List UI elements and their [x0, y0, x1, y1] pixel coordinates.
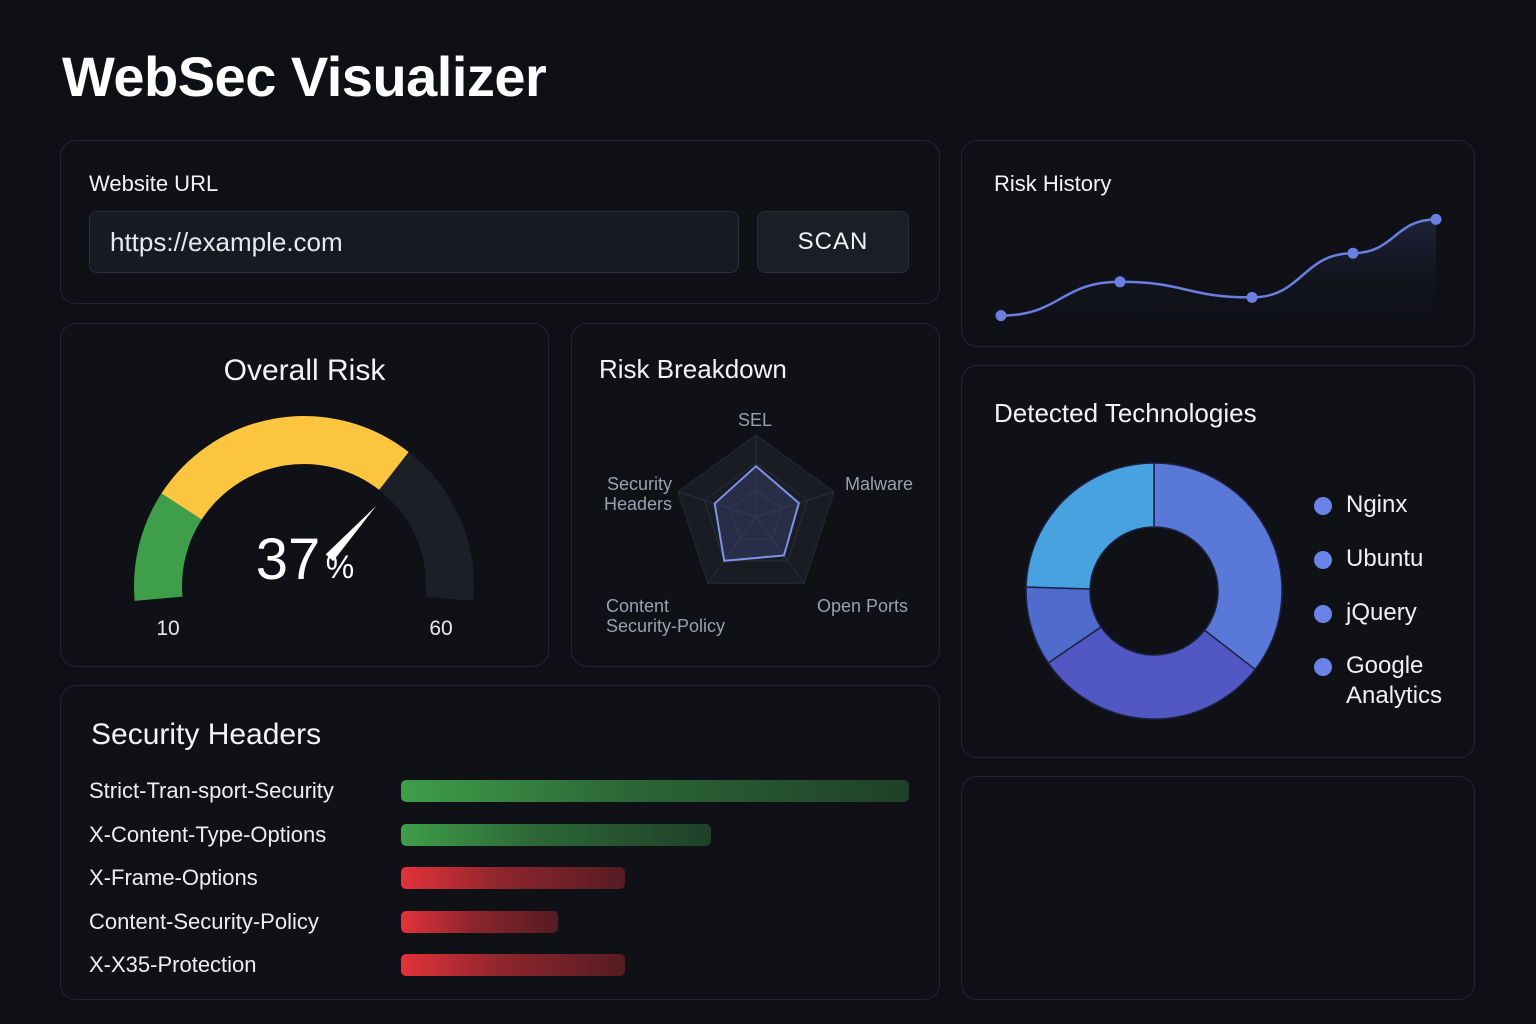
risk-history-chart — [995, 213, 1442, 326]
security-headers-panel: Security Headers Strict-Tran-sport-Secur… — [60, 685, 940, 1000]
radar-axis-label: Malware — [845, 474, 913, 494]
security-header-score-bar — [401, 867, 625, 889]
legend-dot — [1314, 658, 1332, 676]
security-header-label: Strict-Tran-sport-Security — [89, 778, 334, 803]
security-header-score-bar — [401, 780, 909, 802]
security-header-score-bar — [401, 910, 559, 933]
donut-slice-nginx — [1153, 462, 1283, 671]
legend-label: Ubuntu — [1346, 545, 1424, 572]
radar-axis-label: Security-Policy — [606, 616, 725, 636]
detected-technologies-panel: Detected Technologies Nginx Ubuntu jQuery G… — [961, 365, 1475, 758]
history-point — [1347, 247, 1359, 259]
legend-dot — [1314, 551, 1332, 569]
security-header-row: X-Content-Type-Options — [89, 820, 913, 850]
security-header-score-bar — [401, 823, 711, 846]
risk-value: 37 — [256, 527, 321, 592]
legend-label: Nginx — [1346, 491, 1408, 518]
url-label: Website URL — [89, 171, 219, 196]
security-header-row: Content-Security-Policy — [89, 907, 913, 937]
risk-breakdown-panel: Risk Breakdown SEL Malware Open Ports Conte… — [571, 323, 940, 667]
url-input[interactable] — [89, 211, 739, 273]
gauge-mid-segment — [161, 416, 409, 521]
radar-axis-label: Open Ports — [817, 596, 908, 616]
legend-dot — [1314, 497, 1332, 515]
security-header-label: X-Frame-Options — [89, 865, 258, 890]
security-header-label: Content-Security-Policy — [89, 908, 319, 934]
radar-axis-label: Content — [606, 596, 669, 616]
legend-item: Google Analytics — [1314, 651, 1466, 711]
legend-item: Nginx — [1314, 490, 1466, 520]
legend-dot — [1314, 605, 1332, 623]
overall-risk-panel: 37 % 10 60 Overall Risk — [60, 323, 549, 667]
legend-label: Google Analytics — [1346, 652, 1443, 709]
risk-history-panel: Risk History — [961, 140, 1475, 347]
legend-label: jQuery — [1346, 599, 1417, 626]
history-point — [1246, 291, 1258, 303]
history-point — [995, 310, 1007, 322]
donut-slice-google-analytics — [1025, 462, 1155, 590]
scan-button[interactable]: SCAN — [757, 211, 909, 273]
security-header-label: X-X35-Protection — [89, 952, 257, 977]
history-point — [1430, 213, 1442, 225]
legend-item: Ubuntu — [1314, 544, 1466, 574]
empty-panel — [961, 776, 1475, 1000]
radar-chart: SEL Malware Open Ports ContentSecurity-Poli… — [604, 410, 913, 636]
security-header-row: X-X35-Protection — [89, 950, 913, 980]
radar-axis-label: SEL — [738, 410, 772, 430]
security-header-score-bar — [401, 954, 625, 976]
security-header-row: Strict-Tran-sport-Security — [89, 776, 913, 806]
gauge-min-label: 10 — [156, 617, 179, 640]
gauge-low-segment — [134, 493, 203, 601]
gauge-max-label: 60 — [429, 617, 452, 640]
overall-risk-title: Overall Risk — [223, 354, 386, 387]
security-headers-title: Security Headers — [91, 718, 322, 751]
risk-unit: % — [326, 549, 354, 585]
radar-axis-label: Security — [607, 474, 672, 494]
legend-item: jQuery — [1314, 598, 1466, 628]
security-header-label: X-Content-Type-Options — [89, 821, 327, 847]
security-header-row: X-Frame-Options — [89, 863, 913, 893]
app-title: WebSec Visualizer — [62, 45, 547, 108]
history-area — [1001, 219, 1436, 326]
url-panel: Website URL SCAN — [60, 140, 940, 304]
history-point — [1114, 276, 1126, 288]
radar-axis-label: Headers — [604, 494, 672, 514]
